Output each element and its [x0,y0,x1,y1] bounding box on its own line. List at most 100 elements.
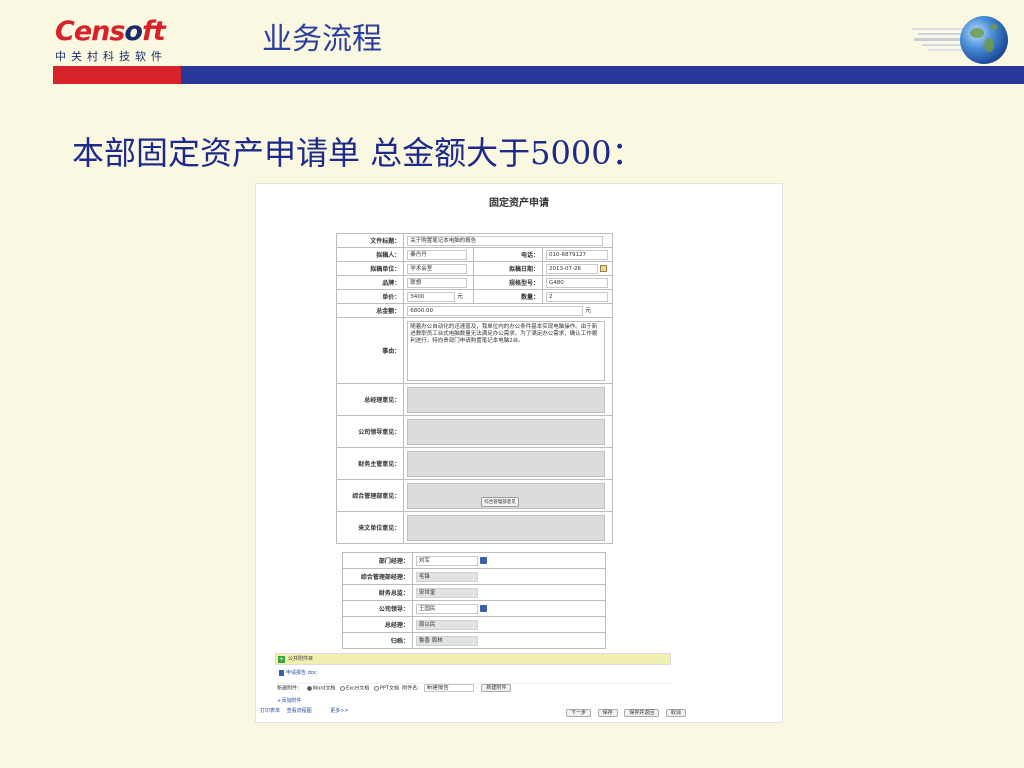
calendar-icon[interactable] [599,265,607,272]
table-row: 单价： 3400 元 数量： 2 [335,289,614,304]
approval-label: 部门经理： [342,552,413,569]
plus-icon: + [278,656,285,663]
censoft-logo: Censoft 中关村科技软件 [55,18,185,64]
new-attachment-row: 新建附件： Word文档 Excel文档 PPT文档 附件名： 新建报告 新建附… [277,683,671,693]
brand-label: 品牌： [335,275,405,290]
approval-value-cell: 刘军 [411,552,607,569]
model-input[interactable]: G480 [545,277,608,288]
approval-row: 财务总监： 宋世奎 [342,584,607,601]
leader-opinion-label: 公司领导意见： [335,415,405,448]
reason-text: 随着办公自动化的迅速普及，我单位内的办公条件基本实现电脑操作。由于新进教职员工台… [410,323,598,344]
phone-cell: 010-6879127 [541,247,614,262]
table-row: 文件标题： 关于购置笔记本电脑的报告 [335,233,613,248]
asset-form-table: 文件标题： 关于购置笔记本电脑的报告 拟稿人： 秦丹丹 电话： 010-6879… [335,233,614,544]
brand-input[interactable]: 联想 [407,277,468,288]
approver-input[interactable]: 刘军 [415,555,478,566]
print-form-link[interactable]: 打印表单 [260,708,280,714]
qty-input[interactable]: 2 [545,291,608,302]
model-label: 规格型号： [473,275,543,290]
approval-row: 综合管理部经理： 毛锋 [342,568,607,585]
approval-label: 综合管理部经理： [342,568,413,585]
logo-wordmark: Censoft [55,16,166,47]
price-cell: 3400 元 [403,289,475,304]
approval-value-cell: 毛锋 [411,568,607,585]
total-cell: 6800.00 元 [403,303,613,318]
brand-cell: 联想 [403,275,475,290]
header-title: 业务流程 [262,22,382,57]
slide-title: 本部固定资产申请单 总金额大于5000： [72,134,644,172]
view-flowchart-link[interactable]: 查看流程图 [287,708,312,714]
add-attachment-label: 添加附件 [281,698,302,704]
model-cell: G480 [541,275,614,290]
date-input[interactable]: 2013-07-26 [545,263,598,274]
phone-label: 电话： [473,247,543,262]
next-step-button[interactable]: 下一步 [566,709,592,717]
price-unit: 元 [457,293,464,301]
ppt-radio[interactable] [373,685,379,691]
cancel-button[interactable]: 取消 [665,709,686,717]
approver-input[interactable]: 毛锋 [415,571,478,582]
dept-input[interactable]: 学术会室 [407,263,468,274]
approval-table: 部门经理： 刘军 综合管理部经理： 毛锋 财务总监： 宋世奎 公司领导： 王国民 总经理： 周以民… [342,552,607,649]
approval-row: 归档： 鲁香 周林 [342,632,607,649]
finance-opinion-cell [403,447,613,480]
leader-opinion-textarea[interactable] [407,418,606,445]
approver-input[interactable]: 周以民 [415,619,478,630]
excel-radio[interactable] [340,685,346,691]
user-picker-icon[interactable] [479,557,487,564]
new-attachment-label: 新建附件： [277,685,303,692]
attachment-file-name: 申请报告.doc [286,670,317,676]
approval-label: 总经理： [342,616,413,633]
total-unit: 元 [585,307,592,315]
price-input[interactable]: 3400 [407,291,456,302]
approval-row: 部门经理： 刘军 [342,552,607,569]
form-title: 固定资产申请 [489,198,549,209]
reason-textarea[interactable]: 随着办公自动化的迅速普及，我单位内的办公条件基本实现电脑操作。由于新进教职员工台… [407,320,606,381]
finance-opinion-textarea[interactable] [407,450,606,477]
attachment-name-input[interactable]: 新建报告 [423,684,474,692]
word-radio[interactable] [306,685,312,691]
gm-opinion-textarea[interactable] [407,386,606,413]
add-attachment-link[interactable]: +添加附件 [277,697,301,704]
save-and-return-button[interactable]: 保存并返回 [624,709,660,717]
attachment-file-link[interactable]: 申请报告.doc [279,669,317,676]
approval-label: 公司领导： [342,600,413,617]
approval-row: 总经理： 周以民 [342,616,607,633]
drafter-cell: 秦丹丹 [403,247,475,262]
header-bar-red [53,66,181,84]
price-label: 单价： [335,289,405,304]
header-bar-blue [181,66,1024,84]
bottom-toolbar: 打印表单 查看流程图 更多>> 下一步 保存 保存并返回 取消 [260,707,700,719]
sender-opinion-cell [403,511,613,544]
approver-input[interactable]: 宋世奎 [415,587,478,598]
action-buttons: 下一步 保存 保存并返回 取消 [566,709,691,717]
approval-value-cell: 宋世奎 [411,584,607,601]
approval-value-cell: 鲁香 周林 [411,632,607,649]
finance-opinion-label: 财务主管意见： [335,447,405,480]
table-row: 综合管理部意见： [335,479,613,512]
attachments-header-label: 公共附件目 [288,656,314,662]
doc-title-input[interactable]: 关于购置笔记本电脑的报告 [407,235,604,246]
total-input[interactable]: 6800.00 [407,305,584,316]
sender-opinion-label: 来文单位意见： [335,511,405,544]
form-screenshot: 固定资产申请 文件标题： 关于购置笔记本电脑的报告 拟稿人： 秦丹丹 电话： 0… [255,183,783,723]
phone-input[interactable]: 010-6879127 [545,249,608,260]
drafter-input[interactable]: 秦丹丹 [407,249,468,260]
table-row: 事由： 随着办公自动化的迅速普及，我单位内的办公条件基本实现电脑操作。由于新进教… [335,317,613,384]
reason-cell: 随着办公自动化的迅速普及，我单位内的办公条件基本实现电脑操作。由于新进教职员工台… [403,317,613,384]
save-button[interactable]: 保存 [597,709,618,717]
sender-opinion-textarea[interactable] [407,514,606,541]
doc-title-label: 文件标题： [335,233,405,248]
table-row: 总金额： 6800.00 元 [335,303,613,318]
user-picker-icon[interactable] [479,605,487,612]
approver-input[interactable]: 王国民 [415,603,478,614]
approver-input[interactable]: 鲁香 周林 [415,635,478,646]
table-row: 品牌： 联想 规格型号： G480 [335,275,614,290]
more-link[interactable]: 更多>> [330,708,348,714]
create-attachment-button[interactable]: 新建附件 [481,684,512,692]
qty-label: 数量： [473,289,543,304]
leader-opinion-cell [403,415,613,448]
word-radio-label: Word文档 [312,685,336,692]
reason-label: 事由： [335,317,405,384]
gm-opinion-label: 总经理意见： [335,383,405,416]
